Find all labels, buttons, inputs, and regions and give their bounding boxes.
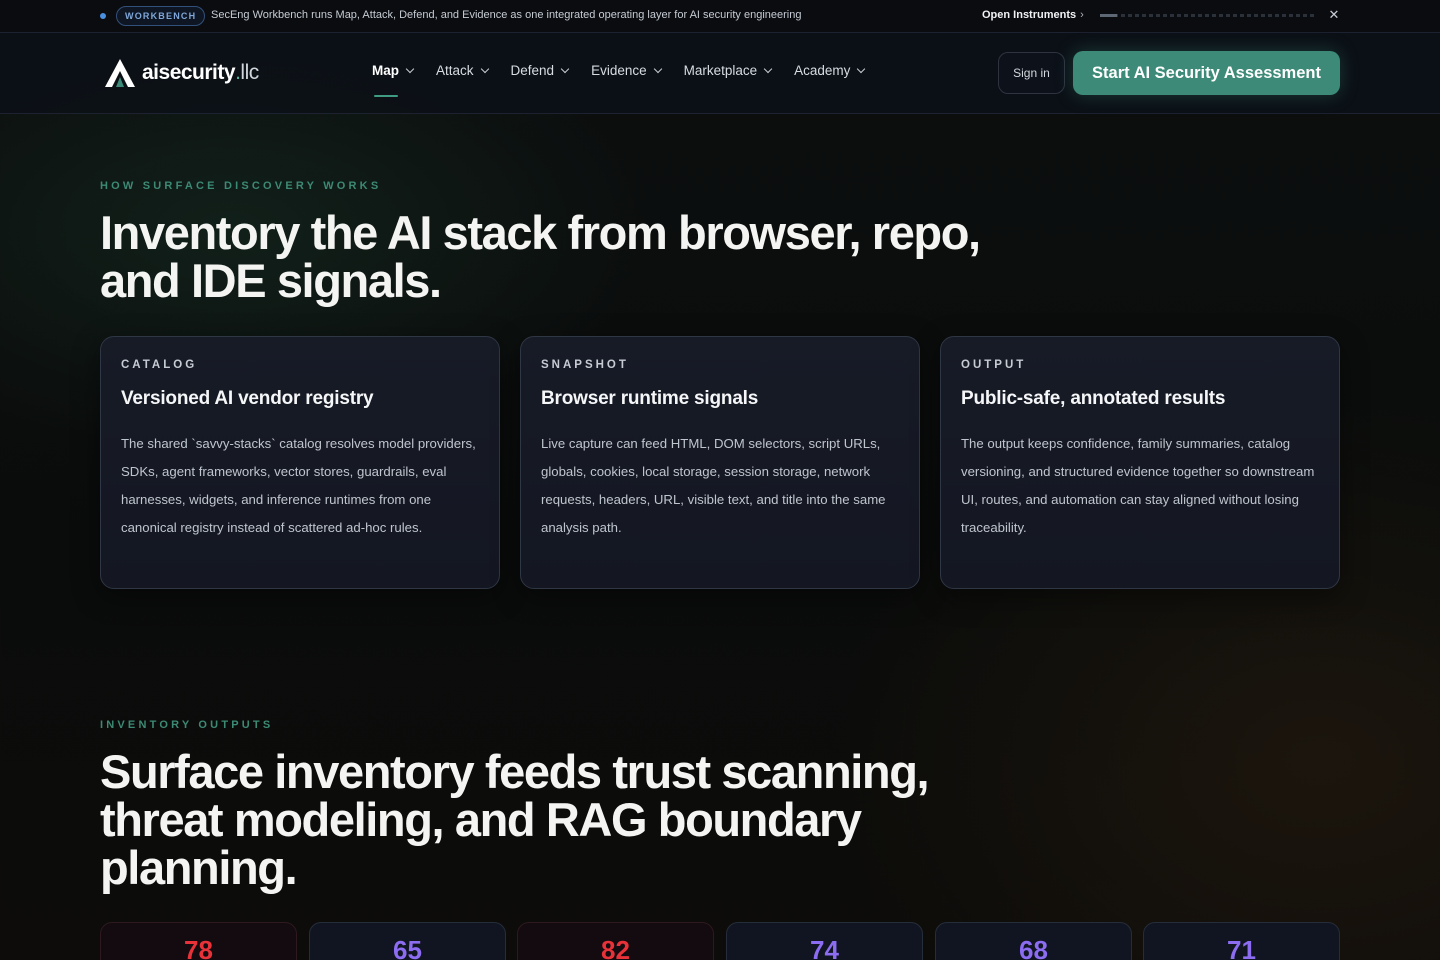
card-body: Live capture can feed HTML, DOM selector… <box>541 436 886 535</box>
card-title: Versioned AI vendor registry <box>121 388 374 409</box>
chevron-down-icon <box>560 64 570 74</box>
outputs-eyebrow: INVENTORY OUTPUTS <box>100 719 274 731</box>
active-indicator <box>374 95 398 97</box>
score-value: 68 <box>1019 935 1048 960</box>
score-value: 65 <box>393 935 422 960</box>
announcement-progress-fill <box>1100 14 1118 17</box>
catalog-card: CATALOG Versioned AI vendor registry The… <box>100 336 500 589</box>
chevron-down-icon <box>763 64 773 74</box>
open-instruments-link[interactable]: Open Instruments › <box>982 9 1084 21</box>
nav-item-label: Attack <box>436 63 474 78</box>
open-instruments-label: Open Instruments <box>982 9 1077 21</box>
discovery-heading-line: and IDE signals. <box>100 254 442 307</box>
outputs-heading-line: Surface inventory feeds trust scanning, <box>100 745 930 798</box>
score-card: 68 <box>935 922 1132 960</box>
chevron-down-icon <box>405 64 415 74</box>
chevron-down-icon <box>480 64 489 74</box>
nav-item-academy[interactable]: Academy <box>794 63 866 78</box>
score-card: 74 <box>726 922 923 960</box>
nav-item-label: Defend <box>510 63 555 78</box>
nav-item-evidence[interactable]: Evidence <box>591 63 662 78</box>
nav-item-marketplace[interactable]: Marketplace <box>683 63 773 78</box>
chevron-down-icon <box>653 64 662 74</box>
card-body: The shared `savvy-stacks` catalog resolv… <box>121 436 476 535</box>
chevron-right-icon: › <box>1080 9 1084 21</box>
chevron-down-icon <box>857 64 866 74</box>
nav-item-map[interactable]: Map <box>372 63 415 97</box>
logo-tld: llc <box>240 61 259 84</box>
start-assessment-button[interactable]: Start AI Security Assessment <box>1073 51 1340 95</box>
score-card: 71 <box>1143 922 1340 960</box>
score-card: 78 <box>100 922 297 960</box>
outputs-heading-line: planning. <box>100 841 298 894</box>
card-title: Browser runtime signals <box>541 388 759 409</box>
nav-item-label: Academy <box>794 63 851 78</box>
nav-item-label: Map <box>372 63 399 78</box>
score-value: 82 <box>601 935 630 960</box>
close-icon[interactable]: ✕ <box>1326 7 1342 23</box>
score-value: 74 <box>810 935 839 960</box>
logo[interactable]: aisecurity.llc <box>104 57 259 89</box>
outputs-heading: Surface inventory feeds trust scanning, … <box>100 745 930 894</box>
logo-mark-icon <box>105 59 135 87</box>
main-nav: Map Attack Defend Evidence Marketplace A… <box>372 63 887 97</box>
outputs-heading-line: threat modeling, and RAG boundary <box>100 793 862 846</box>
discovery-heading: Inventory the AI stack from browser, rep… <box>100 206 981 307</box>
discovery-heading-line: Inventory the AI stack from browser, rep… <box>100 206 981 259</box>
score-card: 65 <box>309 922 506 960</box>
announcement-message: SecEng Workbench runs Map, Attack, Defen… <box>211 9 802 21</box>
nav-item-attack[interactable]: Attack <box>436 63 489 78</box>
nav-item-label: Evidence <box>591 63 647 78</box>
announcement-progress <box>1100 14 1315 17</box>
score-value: 78 <box>184 935 213 960</box>
snapshot-card: SNAPSHOT Browser runtime signals Live ca… <box>520 336 920 589</box>
output-card: OUTPUT Public-safe, annotated results Th… <box>940 336 1340 589</box>
site-header: aisecurity.llc Map Attack Defend Evidenc… <box>0 33 1440 114</box>
score-value: 71 <box>1227 935 1256 960</box>
score-card: 82 <box>517 922 714 960</box>
announcement-bar: WORKBENCH SecEng Workbench runs Map, Att… <box>0 0 1440 33</box>
card-kicker: SNAPSHOT <box>541 359 629 371</box>
nav-item-label: Marketplace <box>683 63 758 78</box>
card-body: The output keeps confidence, family summ… <box>961 436 1315 535</box>
nav-item-defend[interactable]: Defend <box>510 63 570 78</box>
card-kicker: CATALOG <box>121 359 198 371</box>
status-dot-icon <box>100 13 106 19</box>
logo-wordmark: aisecurity <box>142 61 236 84</box>
discovery-eyebrow: HOW SURFACE DISCOVERY WORKS <box>100 180 382 192</box>
card-kicker: OUTPUT <box>961 359 1027 371</box>
sign-in-button[interactable]: Sign in <box>998 52 1065 94</box>
card-title: Public-safe, annotated results <box>961 388 1226 409</box>
workbench-badge: WORKBENCH <box>116 6 206 26</box>
